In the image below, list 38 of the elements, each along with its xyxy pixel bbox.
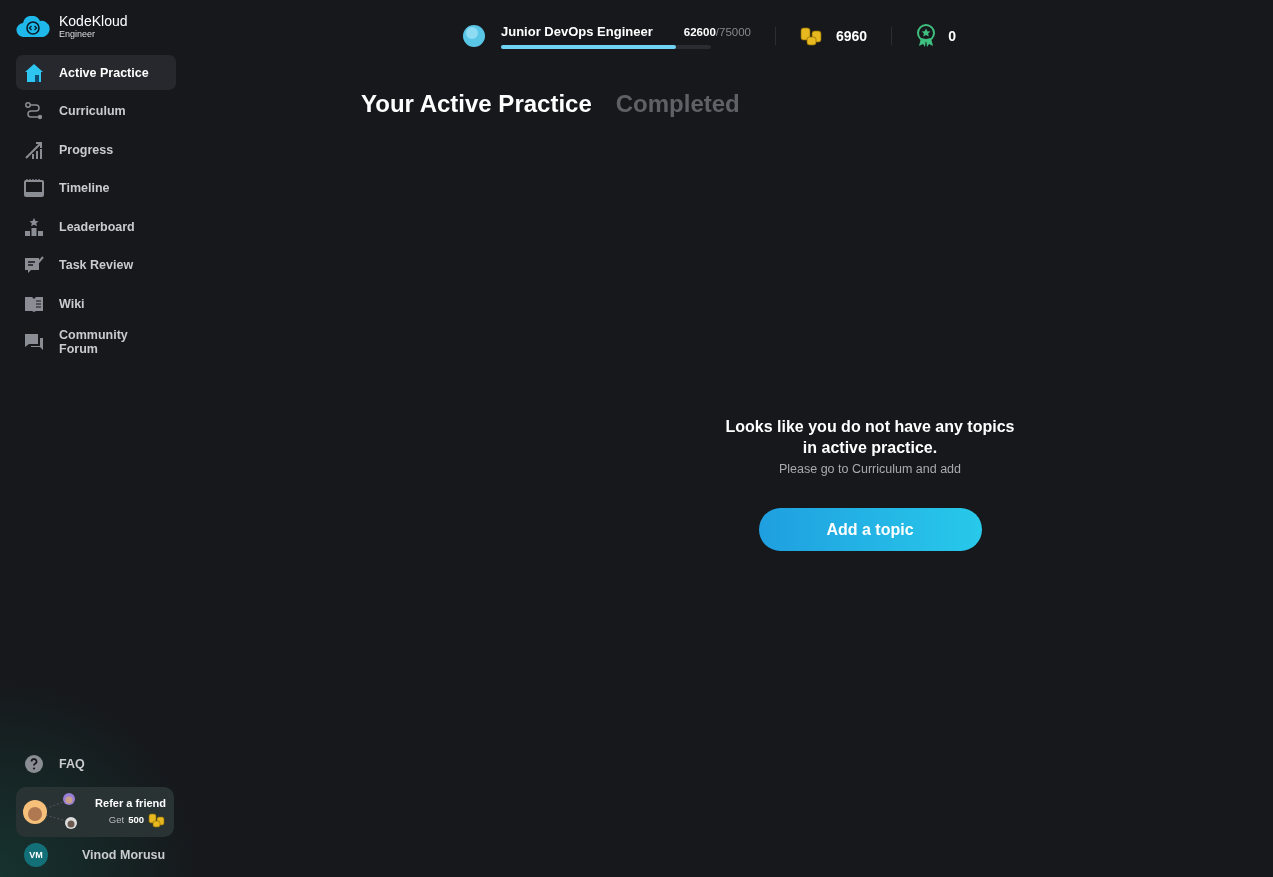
nav-item[interactable]: Wiki (16, 286, 176, 321)
xp-current: 62600 (683, 25, 716, 38)
faq-link[interactable]: FAQ (16, 746, 174, 781)
rank-title: Junior DevOps Engineer (501, 23, 653, 39)
empty-state-message: Looks like you do not have any topics in active practice. (724, 417, 1016, 458)
badge-count: 0 (948, 28, 956, 44)
house-icon (24, 62, 44, 83)
xp-total: /75000 (715, 25, 751, 38)
nav-item[interactable]: Curriculum (16, 93, 176, 129)
cloud-logo-icon (16, 15, 50, 38)
empty-state-hint: Please go to Curriculum and add (778, 462, 962, 476)
refer-card[interactable]: Refer a friend Get 500 (16, 787, 174, 837)
help-icon (24, 753, 44, 774)
coins-icon (148, 811, 166, 828)
nav-item[interactable]: Timeline (16, 170, 176, 206)
refer-title: Refer a friend (95, 796, 166, 809)
route-icon (24, 101, 44, 121)
award-ribbon-icon (916, 24, 937, 48)
podium-icon (24, 216, 44, 237)
user-name: Vinod Morusu (82, 848, 166, 862)
chat-icon (24, 332, 44, 352)
logo-subtitle: Engineer (59, 29, 97, 39)
chart-arrow-icon (24, 139, 44, 160)
coin-count: 6960 (836, 28, 868, 44)
nav-item[interactable]: Leaderboard (16, 209, 176, 244)
logo-name: KodeKloud (59, 14, 128, 29)
review-icon (24, 255, 44, 275)
coins-icon (800, 26, 824, 46)
nav-item[interactable]: Task Review (16, 247, 176, 283)
get-label: Get (108, 814, 125, 825)
nav-item[interactable]: Community Forum (16, 324, 176, 360)
tab[interactable]: Your Active Practice (361, 90, 592, 118)
reward-amount: 500 (128, 814, 144, 825)
calendar-icon (24, 178, 44, 198)
nav-item[interactable]: Progress (16, 132, 176, 167)
user-avatar[interactable]: VM (24, 843, 48, 867)
nav-item[interactable]: Active Practice (16, 55, 176, 90)
rank-orb-icon (461, 23, 487, 49)
